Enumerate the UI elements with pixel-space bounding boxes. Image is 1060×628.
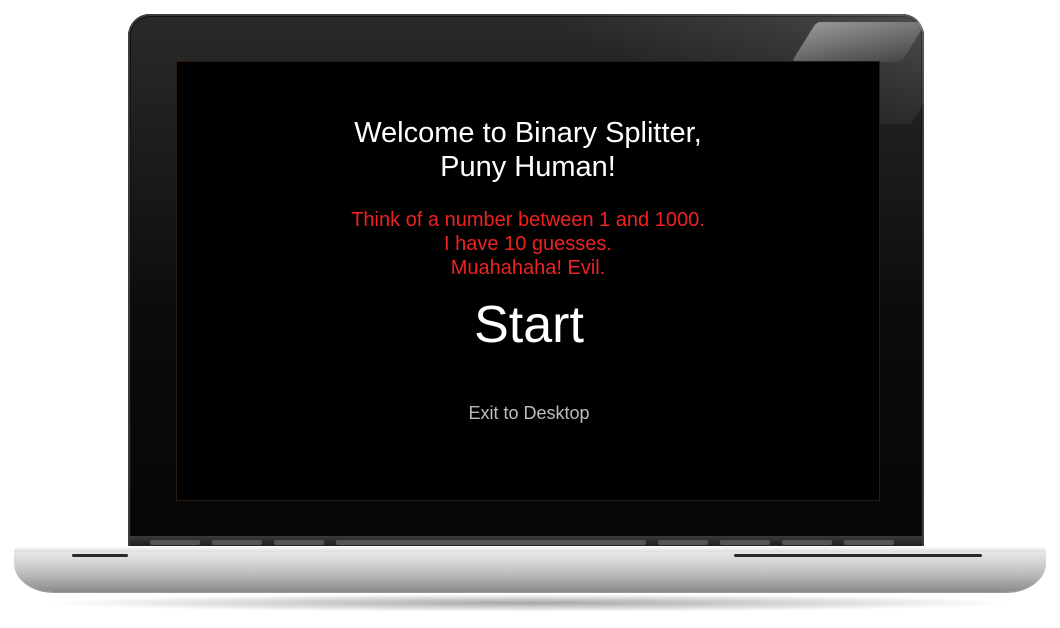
welcome-title: Welcome to Binary Splitter, Puny Human! — [177, 116, 879, 184]
lid-glare-highlight — [791, 22, 924, 62]
laptop-base — [14, 546, 1046, 592]
hinge-segment — [720, 540, 770, 545]
hinge-segment — [658, 540, 708, 545]
exit-to-desktop-button[interactable]: Exit to Desktop — [429, 401, 629, 425]
hinge-segment — [844, 540, 894, 545]
instructions-line2: I have 10 guesses. — [444, 233, 612, 255]
hinge-segment — [212, 540, 262, 545]
instructions-line3: Muahahaha! Evil. — [450, 257, 606, 279]
speaker-grille-left — [72, 554, 128, 557]
laptop-shadow — [40, 594, 1020, 612]
speaker-grille-right — [734, 554, 982, 557]
instructions: Think of a number between 1 and 1000. I … — [177, 208, 879, 280]
welcome-title-line2: Puny Human! — [440, 151, 616, 183]
welcome-title-line1: Welcome to Binary Splitter, — [354, 117, 702, 149]
instructions-line1: Think of a number between 1 and 1000. — [351, 209, 705, 231]
laptop-base-edge — [14, 546, 1046, 552]
hinge-segment — [336, 540, 646, 545]
start-button[interactable]: Start — [429, 294, 629, 356]
hinge-segment — [150, 540, 200, 545]
hinge-segment — [274, 540, 324, 545]
game-screen: Welcome to Binary Splitter, Puny Human! … — [176, 61, 880, 501]
hinge-segment — [782, 540, 832, 545]
